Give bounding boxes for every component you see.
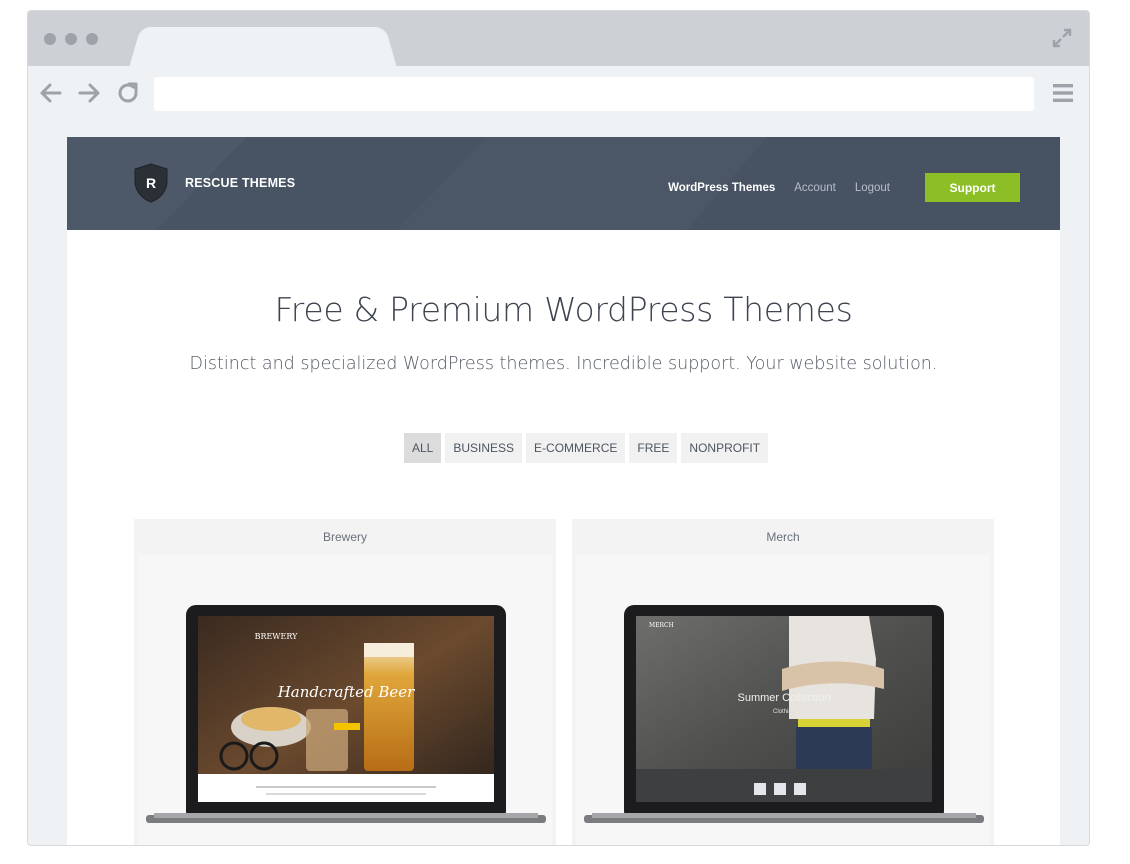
menu-icon[interactable] — [1053, 82, 1073, 104]
nav-logout[interactable]: Logout — [855, 182, 890, 194]
screen-subline: Clothing — [773, 709, 795, 715]
site-header: R RESCUE THEMES WordPress Themes Account… — [67, 137, 1060, 230]
theme-card-title: Brewery — [322, 530, 367, 544]
theme-card-merch[interactable]: Merch MERCH Summer Collection Clothing — [572, 519, 994, 845]
screen-brand-label: BREWERY — [255, 632, 299, 641]
screen-brand-label: MERCH — [649, 622, 674, 629]
maximize-window-dot[interactable] — [86, 33, 98, 45]
theme-card-brewery[interactable]: Brewery BREWERY Handcrafted Beer — [134, 519, 556, 845]
support-button[interactable]: Support — [925, 173, 1020, 202]
address-bar[interactable] — [154, 77, 1034, 111]
browser-window: R RESCUE THEMES WordPress Themes Account… — [27, 10, 1090, 846]
brand-name: RESCUE THEMES — [185, 176, 296, 190]
filter-nonprofit[interactable]: NONPROFIT — [681, 433, 769, 463]
back-arrow-icon[interactable] — [38, 80, 64, 106]
nav-account[interactable]: Account — [794, 182, 836, 194]
theme-card-preview: MERCH Summer Collection Clothing — [576, 555, 990, 845]
expand-icon[interactable] — [1051, 27, 1073, 49]
screen-headline: Summer Collection — [738, 692, 831, 704]
screen-headline: Handcrafted Beer — [277, 683, 415, 701]
website-viewport: R RESCUE THEMES WordPress Themes Account… — [67, 137, 1060, 845]
reload-icon[interactable] — [115, 80, 141, 106]
browser-toolbar — [28, 66, 1089, 121]
filter-all[interactable]: ALL — [404, 433, 442, 463]
page-subtitle: Distinct and specialized WordPress theme… — [189, 354, 938, 374]
window-controls — [44, 33, 98, 45]
laptop-mockup-brewery: BREWERY Handcrafted Beer — [146, 605, 546, 823]
filter-e-commerce[interactable]: E-COMMERCE — [526, 433, 626, 463]
site-logo[interactable]: R RESCUE THEMES — [133, 163, 295, 203]
theme-card-title: Merch — [766, 530, 800, 544]
minimize-window-dot[interactable] — [65, 33, 77, 45]
nav-wordpress-themes[interactable]: WordPress Themes — [668, 182, 775, 194]
logo-letter: R — [146, 175, 156, 191]
close-window-dot[interactable] — [44, 33, 56, 45]
browser-tab[interactable] — [145, 27, 381, 67]
browser-tab-bar — [28, 11, 1089, 67]
shield-logo-icon: R — [134, 163, 168, 203]
page-title: Free & Premium WordPress Themes — [274, 290, 853, 329]
theme-card-preview: BREWERY Handcrafted Beer — [138, 555, 552, 845]
filter-business[interactable]: BUSINESS — [445, 433, 523, 463]
laptop-mockup-merch: MERCH Summer Collection Clothing — [584, 605, 984, 823]
main-nav: WordPress Themes Account Logout Support — [668, 173, 1020, 202]
filter-free[interactable]: FREE — [629, 433, 678, 463]
theme-filter-bar: ALL BUSINESS E-COMMERCE FREE NONPROFIT — [404, 433, 769, 463]
forward-arrow-icon[interactable] — [76, 80, 102, 106]
